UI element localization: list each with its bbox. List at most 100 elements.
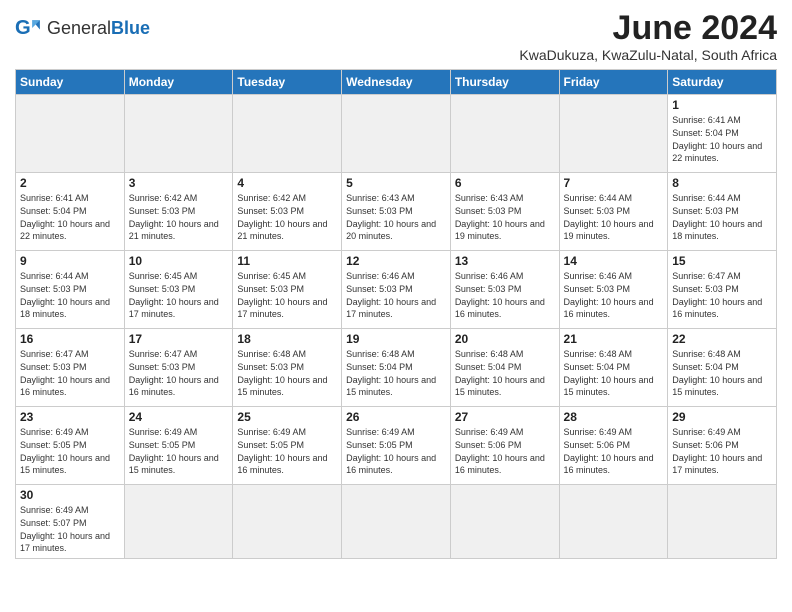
calendar-cell-week5-1: [124, 485, 233, 558]
day-info: Sunrise: 6:43 AM Sunset: 5:03 PM Dayligh…: [346, 192, 446, 242]
calendar-cell-week2-3: 12 Sunrise: 6:46 AM Sunset: 5:03 PM Dayli…: [342, 251, 451, 329]
day-number: 28: [564, 410, 664, 424]
day-info: Sunrise: 6:47 AM Sunset: 5:03 PM Dayligh…: [672, 270, 772, 320]
calendar-cell-week1-6: 8 Sunrise: 6:44 AM Sunset: 5:03 PM Daylig…: [668, 173, 777, 251]
day-info: Sunrise: 6:47 AM Sunset: 5:03 PM Dayligh…: [20, 348, 120, 398]
calendar-week-4: 23 Sunrise: 6:49 AM Sunset: 5:05 PM Dayli…: [16, 407, 777, 485]
calendar-cell-week2-0: 9Sunrise: 6:44 AM Sunset: 5:03 PM Daylig…: [16, 251, 125, 329]
day-info: Sunrise: 6:49 AM Sunset: 5:06 PM Dayligh…: [564, 426, 664, 476]
day-info: Sunrise: 6:46 AM Sunset: 5:03 PM Dayligh…: [564, 270, 664, 320]
day-info: Sunrise: 6:41 AM Sunset: 5:04 PM Dayligh…: [672, 114, 772, 164]
calendar-week-0: 1Sunrise: 6:41 AM Sunset: 5:04 PM Daylig…: [16, 95, 777, 173]
header-monday: Monday: [124, 70, 233, 95]
calendar-cell-week1-2: 4 Sunrise: 6:42 AM Sunset: 5:03 PM Daylig…: [233, 173, 342, 251]
calendar-cell-week3-2: 18 Sunrise: 6:48 AM Sunset: 5:03 PM Dayli…: [233, 329, 342, 407]
day-number: 19: [346, 332, 446, 346]
day-number: 24: [129, 410, 229, 424]
day-info: Sunrise: 6:44 AM Sunset: 5:03 PM Dayligh…: [672, 192, 772, 242]
day-info: Sunrise: 6:44 AM Sunset: 5:03 PM Dayligh…: [564, 192, 664, 242]
calendar-cell-week0-6: 1Sunrise: 6:41 AM Sunset: 5:04 PM Daylig…: [668, 95, 777, 173]
calendar-cell-week5-4: [450, 485, 559, 558]
day-number: 29: [672, 410, 772, 424]
page-header: G GeneralBlue June 2024 KwaDukuza, KwaZu…: [15, 10, 777, 63]
day-info: Sunrise: 6:43 AM Sunset: 5:03 PM Dayligh…: [455, 192, 555, 242]
day-number: 30: [20, 488, 120, 502]
calendar-cell-week3-4: 20 Sunrise: 6:48 AM Sunset: 5:04 PM Dayli…: [450, 329, 559, 407]
calendar-week-3: 16Sunrise: 6:47 AM Sunset: 5:03 PM Dayli…: [16, 329, 777, 407]
calendar-cell-week3-0: 16Sunrise: 6:47 AM Sunset: 5:03 PM Dayli…: [16, 329, 125, 407]
calendar-cell-week0-4: [450, 95, 559, 173]
day-info: Sunrise: 6:48 AM Sunset: 5:04 PM Dayligh…: [346, 348, 446, 398]
day-number: 4: [237, 176, 337, 190]
day-number: 27: [455, 410, 555, 424]
day-info: Sunrise: 6:49 AM Sunset: 5:05 PM Dayligh…: [20, 426, 120, 476]
day-info: Sunrise: 6:46 AM Sunset: 5:03 PM Dayligh…: [455, 270, 555, 320]
location-title: KwaDukuza, KwaZulu-Natal, South Africa: [519, 47, 777, 63]
day-info: Sunrise: 6:48 AM Sunset: 5:04 PM Dayligh…: [455, 348, 555, 398]
month-title: June 2024: [519, 10, 777, 47]
calendar-cell-week3-5: 21 Sunrise: 6:48 AM Sunset: 5:04 PM Dayli…: [559, 329, 668, 407]
calendar-cell-week4-2: 25 Sunrise: 6:49 AM Sunset: 5:05 PM Dayli…: [233, 407, 342, 485]
calendar-cell-week3-6: 22Sunrise: 6:48 AM Sunset: 5:04 PM Dayli…: [668, 329, 777, 407]
day-number: 22: [672, 332, 772, 346]
day-number: 12: [346, 254, 446, 268]
header-sunday: Sunday: [16, 70, 125, 95]
calendar-cell-week1-1: 3Sunrise: 6:42 AM Sunset: 5:03 PM Daylig…: [124, 173, 233, 251]
day-number: 10: [129, 254, 229, 268]
header-friday: Friday: [559, 70, 668, 95]
calendar-cell-week0-1: [124, 95, 233, 173]
header-tuesday: Tuesday: [233, 70, 342, 95]
calendar-cell-week0-3: [342, 95, 451, 173]
day-info: Sunrise: 6:49 AM Sunset: 5:05 PM Dayligh…: [237, 426, 337, 476]
day-number: 5: [346, 176, 446, 190]
day-info: Sunrise: 6:48 AM Sunset: 5:03 PM Dayligh…: [237, 348, 337, 398]
calendar-cell-week4-0: 23 Sunrise: 6:49 AM Sunset: 5:05 PM Dayli…: [16, 407, 125, 485]
day-number: 25: [237, 410, 337, 424]
day-number: 8: [672, 176, 772, 190]
day-info: Sunrise: 6:49 AM Sunset: 5:05 PM Dayligh…: [129, 426, 229, 476]
day-info: Sunrise: 6:49 AM Sunset: 5:06 PM Dayligh…: [672, 426, 772, 476]
calendar-cell-week5-0: 30 Sunrise: 6:49 AM Sunset: 5:07 PM Dayli…: [16, 485, 125, 558]
calendar-cell-week1-0: 2Sunrise: 6:41 AM Sunset: 5:04 PM Daylig…: [16, 173, 125, 251]
calendar-cell-week4-6: 29 Sunrise: 6:49 AM Sunset: 5:06 PM Dayli…: [668, 407, 777, 485]
header-row: Sunday Monday Tuesday Wednesday Thursday…: [16, 70, 777, 95]
day-info: Sunrise: 6:42 AM Sunset: 5:03 PM Dayligh…: [237, 192, 337, 242]
day-number: 3: [129, 176, 229, 190]
day-number: 2: [20, 176, 120, 190]
day-info: Sunrise: 6:49 AM Sunset: 5:06 PM Dayligh…: [455, 426, 555, 476]
header-thursday: Thursday: [450, 70, 559, 95]
calendar-week-1: 2Sunrise: 6:41 AM Sunset: 5:04 PM Daylig…: [16, 173, 777, 251]
day-number: 11: [237, 254, 337, 268]
day-number: 20: [455, 332, 555, 346]
day-number: 18: [237, 332, 337, 346]
day-info: Sunrise: 6:47 AM Sunset: 5:03 PM Dayligh…: [129, 348, 229, 398]
day-info: Sunrise: 6:45 AM Sunset: 5:03 PM Dayligh…: [129, 270, 229, 320]
day-info: Sunrise: 6:48 AM Sunset: 5:04 PM Dayligh…: [564, 348, 664, 398]
calendar-cell-week2-4: 13Sunrise: 6:46 AM Sunset: 5:03 PM Dayli…: [450, 251, 559, 329]
calendar-cell-week3-1: 17Sunrise: 6:47 AM Sunset: 5:03 PM Dayli…: [124, 329, 233, 407]
day-number: 21: [564, 332, 664, 346]
title-block: June 2024 KwaDukuza, KwaZulu-Natal, Sout…: [519, 10, 777, 63]
calendar-cell-week5-2: [233, 485, 342, 558]
day-number: 15: [672, 254, 772, 268]
logo: G GeneralBlue: [15, 14, 150, 42]
calendar-week-5: 30 Sunrise: 6:49 AM Sunset: 5:07 PM Dayli…: [16, 485, 777, 558]
calendar-cell-week4-1: 24 Sunrise: 6:49 AM Sunset: 5:05 PM Dayli…: [124, 407, 233, 485]
calendar-cell-week2-5: 14Sunrise: 6:46 AM Sunset: 5:03 PM Dayli…: [559, 251, 668, 329]
calendar-cell-week4-5: 28 Sunrise: 6:49 AM Sunset: 5:06 PM Dayli…: [559, 407, 668, 485]
logo-general-text: General: [47, 18, 111, 38]
calendar-week-2: 9Sunrise: 6:44 AM Sunset: 5:03 PM Daylig…: [16, 251, 777, 329]
svg-text:G: G: [15, 17, 31, 39]
calendar-cell-week5-5: [559, 485, 668, 558]
calendar-cell-week4-3: 26Sunrise: 6:49 AM Sunset: 5:05 PM Dayli…: [342, 407, 451, 485]
calendar-cell-week0-0: [16, 95, 125, 173]
header-wednesday: Wednesday: [342, 70, 451, 95]
calendar-cell-week0-2: [233, 95, 342, 173]
logo-icon: G: [15, 14, 43, 42]
calendar-cell-week2-2: 11Sunrise: 6:45 AM Sunset: 5:03 PM Dayli…: [233, 251, 342, 329]
day-info: Sunrise: 6:49 AM Sunset: 5:07 PM Dayligh…: [20, 504, 120, 554]
day-info: Sunrise: 6:46 AM Sunset: 5:03 PM Dayligh…: [346, 270, 446, 320]
calendar-cell-week1-3: 5 Sunrise: 6:43 AM Sunset: 5:03 PM Daylig…: [342, 173, 451, 251]
day-info: Sunrise: 6:49 AM Sunset: 5:05 PM Dayligh…: [346, 426, 446, 476]
day-number: 23: [20, 410, 120, 424]
